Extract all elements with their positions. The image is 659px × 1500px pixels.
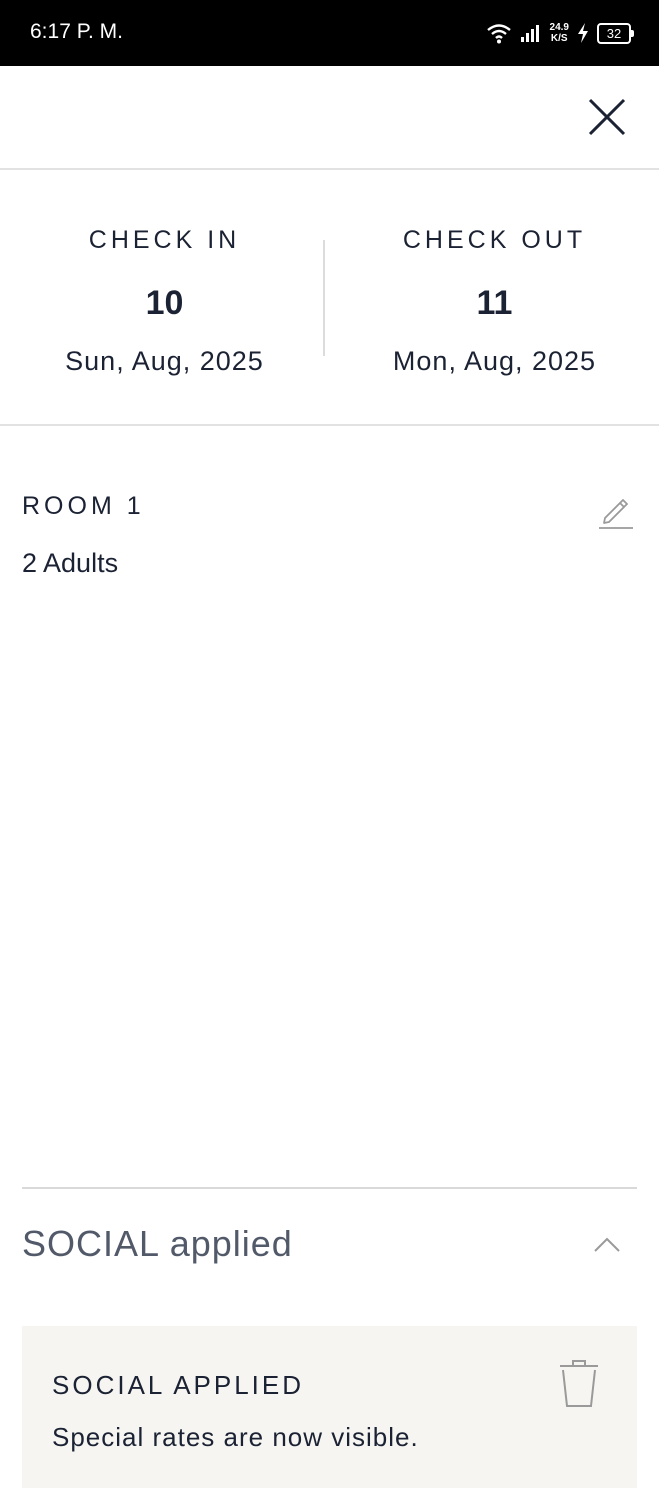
edit-room-button[interactable] xyxy=(596,490,636,530)
promo-card-text: Special rates are now visible. xyxy=(52,1422,419,1452)
promo-toggle[interactable]: SOCIAL applied xyxy=(22,1189,637,1299)
modal-header xyxy=(0,66,659,170)
battery-level: 32 xyxy=(606,25,622,41)
promo-card-title: SOCIAL APPLIED xyxy=(52,1370,305,1400)
signal-icon xyxy=(520,25,539,42)
check-out-label: CHECK OUT xyxy=(402,226,587,254)
promo-section: SOCIAL applied SOCIAL APPLIED Special ra… xyxy=(22,1187,637,1489)
charging-icon xyxy=(578,23,588,43)
promo-title: SOCIAL applied xyxy=(22,1223,293,1264)
status-icons: 24.9 K/S 32 xyxy=(486,18,634,48)
status-bar: 6:17 P. M. 24.9 K/S 32 xyxy=(0,0,659,66)
room-guests: 2 Adults xyxy=(22,548,119,578)
check-out-block[interactable]: CHECK OUT 11 Mon, Aug, 2025 xyxy=(330,170,659,424)
speed-value: 24.9 xyxy=(549,22,569,33)
date-summary: CHECK IN 10 Sun, Aug, 2025 CHECK OUT 11 … xyxy=(0,170,659,426)
check-out-day: 11 xyxy=(476,284,513,322)
wifi-icon xyxy=(486,24,511,44)
trash-icon xyxy=(560,1360,598,1407)
chevron-up-icon xyxy=(594,1237,620,1252)
room-summary: ROOM 1 2 Adults xyxy=(22,470,637,610)
promo-card: SOCIAL APPLIED Special rates are now vis… xyxy=(22,1326,637,1488)
pencil-icon xyxy=(599,499,633,529)
check-out-date: Mon, Aug, 2025 xyxy=(392,346,597,376)
remove-promo-button[interactable] xyxy=(554,1358,604,1410)
room-title: ROOM 1 xyxy=(22,492,145,520)
check-in-day: 10 xyxy=(145,284,184,322)
status-time: 6:17 P. M. xyxy=(30,20,124,43)
check-in-label: CHECK IN xyxy=(88,226,241,254)
network-speed: 24.9 K/S xyxy=(550,22,569,44)
close-button[interactable] xyxy=(584,94,630,140)
close-icon xyxy=(588,98,626,136)
battery-icon: 32 xyxy=(597,22,634,44)
check-in-block[interactable]: CHECK IN 10 Sun, Aug, 2025 xyxy=(0,170,329,424)
speed-unit: K/S xyxy=(550,33,568,44)
date-divider xyxy=(323,240,325,356)
check-in-date: Sun, Aug, 2025 xyxy=(65,346,264,376)
